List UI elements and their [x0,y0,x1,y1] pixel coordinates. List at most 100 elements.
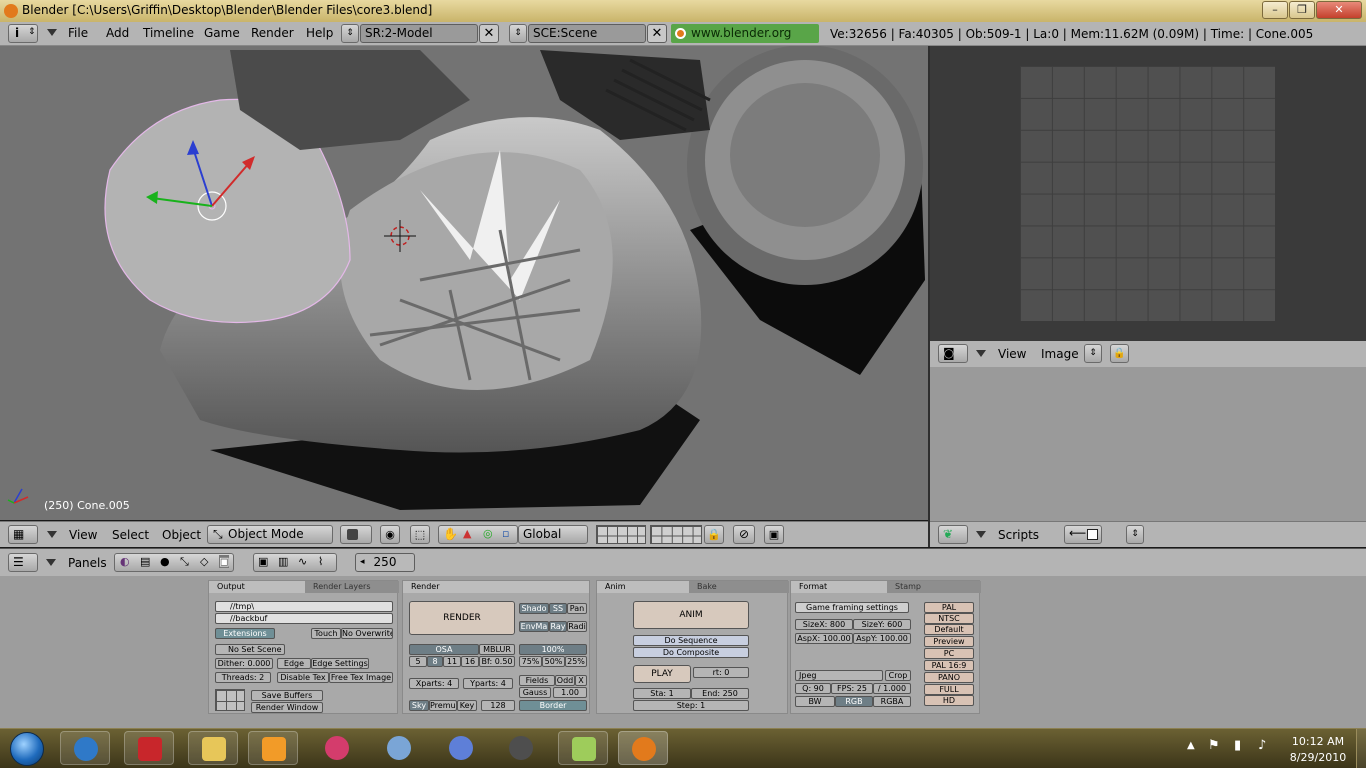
pivot-button[interactable]: ◉ [380,525,400,544]
snap-icon[interactable]: ⊘ [733,525,755,544]
fields-toggle[interactable]: Fields [519,675,555,686]
free-tex-toggle[interactable]: Free Tex Image [329,672,393,683]
buttons-type-button[interactable]: ☰ [8,553,38,572]
taskbar-explorer[interactable] [188,731,238,765]
layer-buttons-left[interactable] [596,525,646,544]
preset-hd[interactable]: HD [924,695,974,706]
draw-type-button[interactable] [340,525,372,544]
3d-viewport[interactable] [0,46,928,520]
taskbar-palette[interactable] [374,731,424,765]
anim-button[interactable]: ANIM [633,601,749,629]
edge-toggle[interactable]: Edge [277,658,311,669]
manipulator-buttons[interactable]: ✋ ▲ ◎ ▫ [438,525,518,544]
extensions-toggle[interactable]: Extensions [215,628,275,639]
x-toggle[interactable]: X [575,675,587,686]
orientation-select[interactable]: Global [518,525,588,544]
screen-name-field[interactable]: SR:2-Model [360,24,478,43]
image-editor-type-button[interactable]: ◙ [938,344,968,363]
rt-field[interactable]: rt: 0 [693,667,749,678]
context-buttons[interactable]: ◐ ▤ ● ⤡ ◇ ▣ [114,553,234,572]
menu-timeline[interactable]: Timeline [143,26,194,40]
taskbar-blender[interactable] [618,731,668,765]
collapse-triangle-icon[interactable] [976,350,986,357]
system-clock[interactable]: 10:12 AM 8/29/2010 [1284,734,1352,766]
size-25-toggle[interactable]: 25% [565,656,587,667]
size-100-toggle[interactable]: 100% [519,644,587,655]
frame-number-field[interactable]: ◂ 250 [355,553,415,572]
blur-factor-field[interactable]: Bf: 0.50 [479,656,515,667]
game-framing-button[interactable]: Game framing settings [795,602,909,613]
taskbar-ie[interactable] [60,731,110,765]
collapse-triangle-icon[interactable] [46,559,56,566]
rgb-toggle[interactable]: RGB [835,696,873,707]
quality-field[interactable]: Q: 90 [795,683,831,694]
layer-buttons-right[interactable] [650,525,702,544]
scene-delete-button[interactable]: ✕ [647,24,667,43]
panels-menu[interactable]: Panels [68,556,107,570]
aspx-field[interactable]: AspX: 100.00 [795,633,853,644]
scene-subcontext-buttons[interactable]: ▣ ▥ ∿ ⌇ [253,553,337,572]
menu-object[interactable]: Object [162,528,201,542]
scripts-type-button[interactable]: ❦ [938,525,968,544]
script-browse-button[interactable]: ⇕ [1126,525,1144,544]
end-frame-field[interactable]: End: 250 [691,688,749,699]
close-button[interactable]: ✕ [1316,1,1362,19]
taskbar-paint[interactable] [312,731,362,765]
taskbar-sticky-notes[interactable] [558,731,608,765]
maximize-button[interactable]: ❐ [1289,1,1315,19]
taskbar-itunes[interactable] [436,731,486,765]
viewport-type-button[interactable]: ▦ [8,525,38,544]
play-button[interactable]: PLAY [633,665,691,683]
start-button[interactable] [2,729,54,767]
tab-render[interactable]: Render [403,581,589,593]
filter-select[interactable]: Gauss [519,687,551,698]
menu-view[interactable]: View [69,528,97,542]
collapse-triangle-icon[interactable] [976,531,986,538]
ray-toggle[interactable]: Ray [549,621,567,632]
set-scene-select[interactable]: No Set Scene [215,644,285,655]
shadow-toggle[interactable]: Shado [519,603,549,614]
osa-5[interactable]: 5 [409,656,427,667]
edge-settings-button[interactable]: Edge Settings [311,658,369,669]
bw-toggle[interactable]: BW [795,696,835,707]
tab-render-layers[interactable]: Render Layers [305,581,395,593]
action-center-icon[interactable]: ⚑ [1208,738,1220,753]
output-path-field[interactable]: //tmp\ [215,601,393,612]
preset-default[interactable]: Default [924,624,974,635]
fps-base-field[interactable]: / 1.000 [873,683,911,694]
taskbar-movie-maker[interactable] [496,731,546,765]
odd-toggle[interactable]: Odd [555,675,575,686]
show-hidden-icons[interactable]: ▲ [1187,740,1195,751]
threads-field[interactable]: Threads: 2 [215,672,271,683]
tab-anim[interactable]: Anim [597,581,689,593]
sizex-field[interactable]: SizeX: 800 [795,619,853,630]
render-button[interactable]: RENDER [409,601,515,635]
xparts-field[interactable]: Xparts: 4 [409,678,459,689]
render-window-select[interactable]: Render Window [251,702,323,713]
crop-toggle[interactable]: Crop [885,670,911,681]
disable-tex-toggle[interactable]: Disable Tex [277,672,329,683]
menu-add[interactable]: Add [106,26,129,40]
lock-layers-icon[interactable]: 🔒 [704,525,724,544]
menu-view[interactable]: View [998,347,1026,361]
step-field[interactable]: Step: 1 [633,700,749,711]
osa-16[interactable]: 16 [461,656,479,667]
preset-full[interactable]: FULL [924,684,974,695]
backbuf-path-field[interactable]: //backbuf [215,613,393,624]
tab-stamp[interactable]: Stamp [887,581,977,593]
dispview-icon[interactable] [215,689,245,711]
scripts-window[interactable] [930,367,1366,521]
scripts-menu[interactable]: Scripts [998,528,1039,542]
sizey-field[interactable]: SizeY: 600 [853,619,911,630]
menu-file[interactable]: File [68,26,88,40]
preset-pano[interactable]: PANO [924,672,974,683]
dither-field[interactable]: Dither: 0.000 [215,658,273,669]
no-overwrite-toggle[interactable]: No Overwrite [341,628,393,639]
size-75-toggle[interactable]: 75% [519,656,542,667]
volume-icon[interactable]: ♪ [1258,738,1266,753]
scripts-nav-buttons[interactable]: ⟵ [1064,525,1102,544]
touch-toggle[interactable]: Touch [311,628,341,639]
osa-11[interactable]: 11 [443,656,461,667]
preset-preview[interactable]: Preview [924,636,974,647]
envmap-toggle[interactable]: EnvMa [519,621,549,632]
